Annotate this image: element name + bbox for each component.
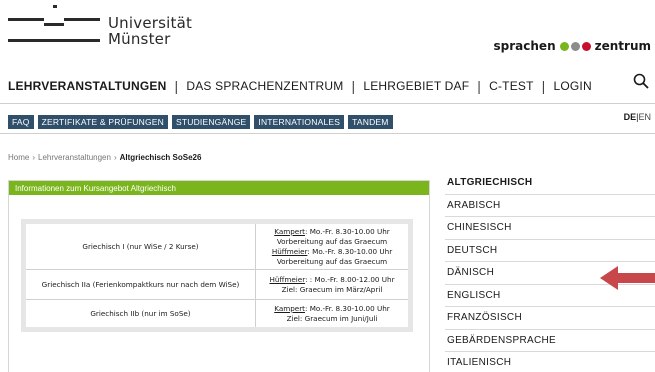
lang-en[interactable]: EN [638,112,651,122]
nav-c-test[interactable]: C-TEST [489,79,534,93]
subnav-tandem[interactable]: TANDEM [348,115,393,129]
university-logo[interactable]: Universität Münster [8,5,192,57]
schedule-text: Ziel: Graecum im Juni/Juli [286,313,378,323]
sidebar-item-gebaerdensprache[interactable]: GEBÄRDENSPRACHE [445,328,655,352]
nav-separator: | [174,78,179,94]
arrow-left-icon [600,266,655,290]
table-row: Griechisch I (nur WiSe / 2 Kurse) Kamper… [23,221,411,270]
teacher-link[interactable]: Hüffmeier [269,275,305,284]
sidebar-item-arabisch[interactable]: ARABISCH [445,193,655,217]
gray-dot-icon [570,41,580,51]
schedule-text: Ziel: Graecum im März/April [281,284,383,294]
schedule-line: Ziel: Graecum im März/April [260,285,404,295]
course-info-box: Informationen zum Kursangebot Altgriechi… [8,180,430,372]
logo-bar [8,39,100,42]
breadcrumb-home[interactable]: Home [8,153,29,162]
schedule-text: Vorbereitung auf das Graecum [276,236,388,246]
brand-right: zentrum [594,39,651,53]
sidebar-item-franzoesisch[interactable]: FRANZÖSISCH [445,306,655,329]
schedule-line: Hüffmeier: : Mo.-Fr. 8.00-12.00 Uhr [260,275,404,285]
breadcrumb: Home › Lehrveranstaltungen › Altgriechis… [8,153,201,162]
schedule-line: Kampert: Mo.-Fr. 8.30-10.00 Uhr [260,304,404,314]
course-table: Griechisch I (nur WiSe / 2 Kurse) Kamper… [21,219,413,332]
brand-left: sprachen [493,39,556,53]
logo-line2: Münster [108,30,171,48]
nav-lehrgebiet-daf[interactable]: LEHRGEBIET DAF [363,79,469,93]
breadcrumb-separator: › [32,153,36,162]
breadcrumb-separator: › [113,153,117,162]
teacher-link[interactable]: Kampert [274,304,305,313]
logo-bar [44,23,64,26]
course-name: Griechisch IIa (Ferienkompaktkurs nur na… [23,269,256,300]
nav-separator: | [477,78,482,94]
nav-das-sprachenzentrum[interactable]: DAS SPRACHENZENTRUM [186,79,343,93]
course-schedule: Kampert: Mo.-Fr. 8.30-10.00 Uhr Ziel: Gr… [255,299,411,330]
sidebar-item-deutsch[interactable]: DEUTSCH [445,238,655,262]
course-name: Griechisch I (nur WiSe / 2 Kurse) [23,221,256,270]
nav-login[interactable]: LOGIN [553,79,591,93]
nav-separator: | [541,78,546,94]
course-schedule: Kampert: Mo.-Fr. 8.30-10.00 Uhr Vorberei… [255,221,411,270]
table-row: Griechisch IIa (Ferienkompaktkurs nur na… [23,269,411,300]
subnav-zertifikate[interactable]: ZERTIFIKATE & PRÜFUNGEN [37,115,168,129]
main-nav: LEHRVERANSTALTUNGEN | DAS SPRACHENZENTRU… [8,78,592,94]
nav-separator: | [351,78,356,94]
info-box-title: Informationen zum Kursangebot Altgriechi… [9,181,429,195]
lang-de[interactable]: DE [624,112,637,122]
schedule-line: Kampert: Mo.-Fr. 8.30-10.00 Uhr [260,227,404,237]
schedule-line: Ziel: Graecum im Juni/Juli [260,314,404,324]
nav-lehrveranstaltungen[interactable]: LEHRVERANSTALTUNGEN [8,79,166,93]
schedule-line: Vorbereitung auf das Graecum [260,257,404,267]
logo-mark [53,5,57,8]
brand-dots [559,41,592,51]
sidebar-item-altgriechisch[interactable]: ALTGRIECHISCH [445,171,655,194]
subnav-internationales[interactable]: INTERNATIONALES [254,115,345,129]
divider [0,103,655,104]
table-row: Griechisch IIb (nur im SoSe) Kampert: Mo… [23,299,411,330]
course-name: Griechisch IIb (nur im SoSe) [23,299,256,330]
logo-bar [8,18,44,21]
subnav-studiengaenge[interactable]: STUDIENGÄNGE [171,115,251,129]
schedule-text: : Mo.-Fr. 8.30-10.00 Uhr [305,226,390,236]
breadcrumb-lehrveranstaltungen[interactable]: Lehrveranstaltungen [38,153,111,162]
breadcrumb-current: Altgriechisch SoSe26 [119,153,202,162]
logo-line1: Universität [108,14,193,32]
teacher-link[interactable]: Kampert [274,227,305,236]
schedule-text: : : Mo.-Fr. 8.00-12.00 Uhr [305,274,395,284]
subnav-faq[interactable]: FAQ [8,115,34,129]
sidebar-item-italienisch[interactable]: ITALIENISCH [445,351,655,372]
divider [0,133,655,134]
schedule-text: : Mo.-Fr. 8.30-10.00 Uhr [305,303,390,313]
schedule-line: Hüffmeier: Mo.-Fr. 8.30-10.00 Uhr [260,247,404,257]
schedule-text: Vorbereitung auf das Graecum [276,256,388,266]
logo-bar [64,18,100,21]
sprachenzentrum-logo[interactable]: sprachen zentrum [494,39,651,53]
green-dot-icon [559,41,569,51]
teacher-link[interactable]: Hüffmeier [272,247,308,256]
course-schedule: Hüffmeier: : Mo.-Fr. 8.00-12.00 Uhr Ziel… [255,269,411,300]
schedule-text: : Mo.-Fr. 8.30-10.00 Uhr [307,246,393,256]
logo-text: Universität Münster [108,15,192,47]
search-icon[interactable] [633,73,649,89]
red-dot-icon [581,41,591,51]
schedule-line: Vorbereitung auf das Graecum [260,237,404,247]
sidebar-item-chinesisch[interactable]: CHINESISCH [445,216,655,239]
sub-nav: FAQ ZERTIFIKATE & PRÜFUNGEN STUDIENGÄNGE… [8,115,393,129]
language-switch: DE|EN [624,112,651,122]
